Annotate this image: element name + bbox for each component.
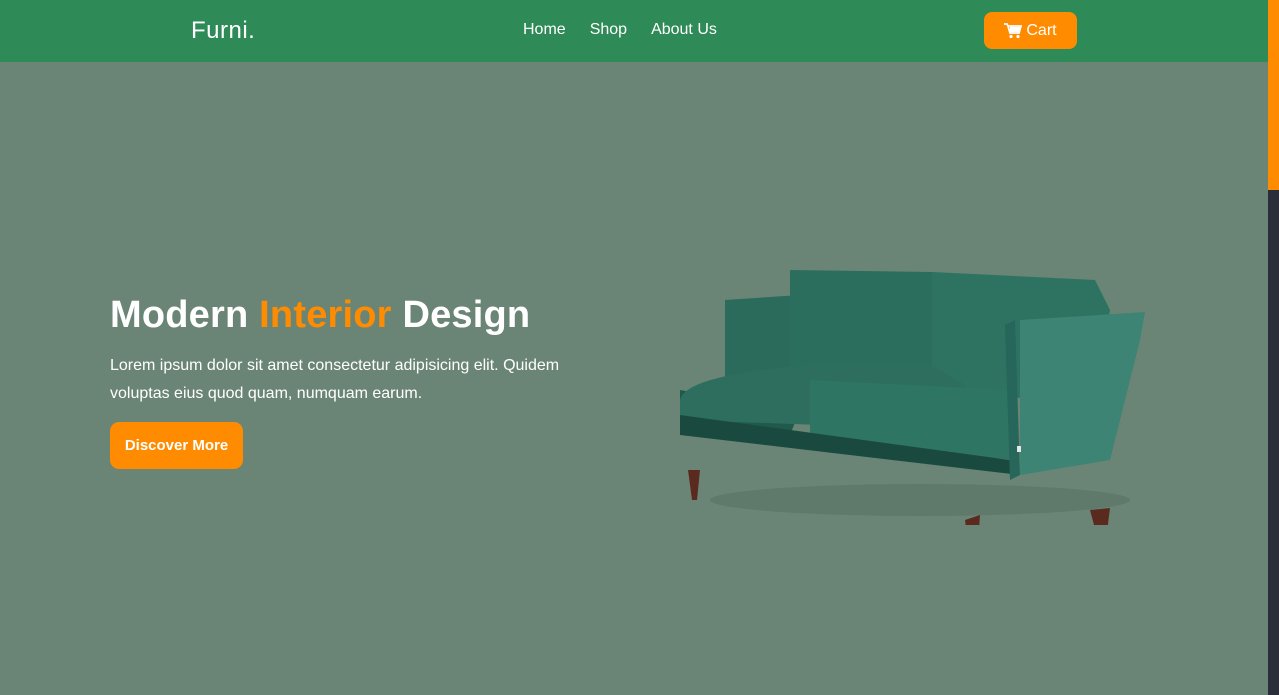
- nav-link-shop[interactable]: Shop: [590, 21, 627, 39]
- scrollbar-thumb[interactable]: [1268, 0, 1279, 190]
- nav-link-about-us[interactable]: About Us: [651, 21, 717, 39]
- main-nav: Home Shop About Us: [523, 21, 717, 39]
- vertical-scrollbar[interactable]: [1268, 0, 1279, 695]
- navbar: Furni. Home Shop About Us Cart: [0, 0, 1268, 62]
- hero-section: Modern Interior Design Lorem ipsum dolor…: [0, 62, 1268, 695]
- hero-title-accent: Interior: [259, 294, 392, 336]
- hero-title: Modern Interior Design: [110, 294, 530, 337]
- hero-title-part1: Modern: [110, 294, 260, 336]
- page: Furni. Home Shop About Us Cart Modern In…: [0, 0, 1279, 695]
- sofa-image: [680, 270, 1145, 525]
- hero-description: Lorem ipsum dolor sit amet consectetur a…: [110, 357, 560, 402]
- discover-more-button[interactable]: Discover More: [110, 422, 243, 469]
- nav-link-home[interactable]: Home: [523, 21, 566, 39]
- cart-label: Cart: [1026, 21, 1057, 39]
- brand-logo[interactable]: Furni.: [191, 17, 255, 45]
- cart-icon: [1004, 22, 1023, 38]
- hero-title-part2: Design: [391, 294, 531, 336]
- cart-button[interactable]: Cart: [984, 12, 1077, 49]
